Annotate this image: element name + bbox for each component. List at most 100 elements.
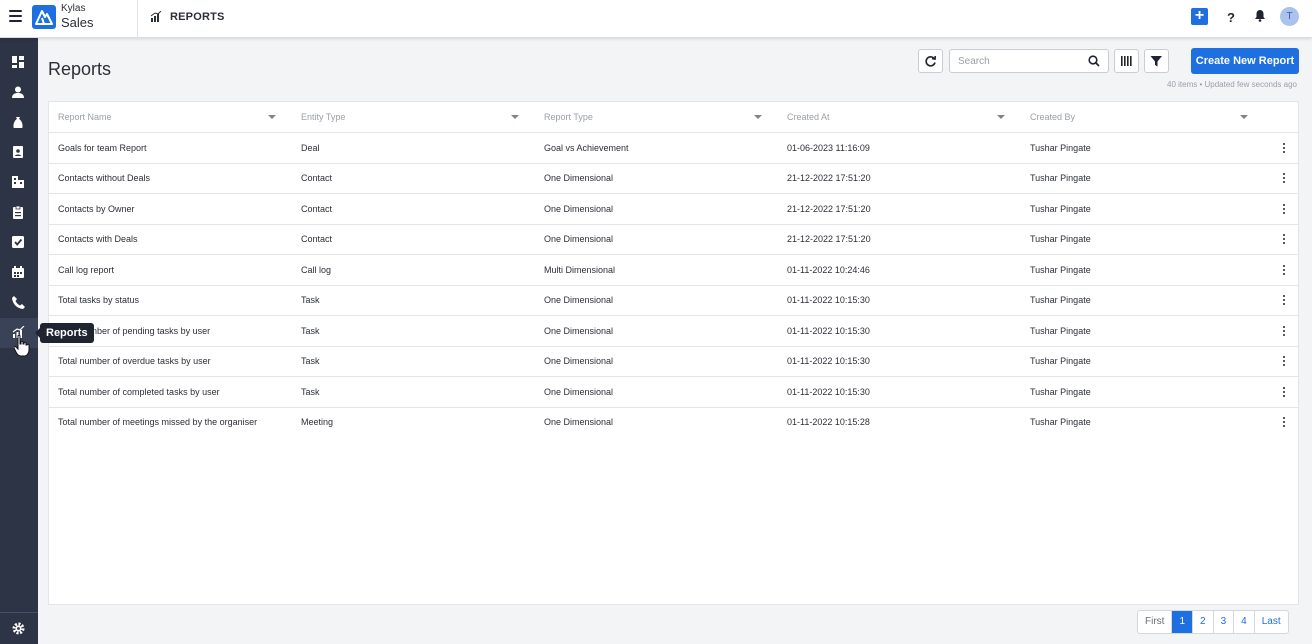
entity-type: Contact: [301, 204, 333, 214]
more-actions-icon[interactable]: [1282, 143, 1286, 154]
more-actions-icon[interactable]: [1282, 173, 1286, 184]
pagination-page-4[interactable]: 4: [1234, 611, 1255, 633]
sidebar-item-products[interactable]: [0, 198, 38, 228]
report-type: Goal vs Achievement: [544, 143, 629, 153]
created-by: Tushar Pingate: [1030, 234, 1091, 244]
table-row[interactable]: Total tasks by status Task One Dimension…: [49, 285, 1298, 316]
report-name-link[interactable]: Total number of meetings missed by the o…: [58, 407, 257, 437]
report-name-link[interactable]: Total tasks by status: [58, 285, 139, 315]
filter-icon: [1150, 56, 1162, 67]
pagination-page-2[interactable]: 2: [1193, 611, 1214, 633]
report-name-link[interactable]: Goals for team Report: [58, 133, 147, 163]
entity-type: Task: [301, 387, 320, 397]
pagination-last[interactable]: Last: [1255, 611, 1288, 633]
table-row[interactable]: Goals for team Report Deal Goal vs Achie…: [49, 133, 1298, 164]
reports-table: Report Name Entity Type Report Type Crea…: [48, 101, 1299, 605]
sidebar-item-companies[interactable]: [0, 168, 38, 198]
search-input[interactable]: [950, 50, 1080, 72]
entity-type: Contact: [301, 234, 333, 244]
sidebar-item-tasks[interactable]: [0, 228, 38, 258]
pagination-page-1[interactable]: 1: [1172, 611, 1194, 633]
column-header-entity-type[interactable]: Entity Type: [301, 102, 345, 133]
table-row[interactable]: Total number of pending tasks by user Ta…: [49, 316, 1298, 347]
more-actions-icon[interactable]: [1282, 265, 1286, 276]
sort-arrow-icon[interactable]: [1240, 115, 1248, 119]
report-type: One Dimensional: [544, 417, 614, 427]
table-row[interactable]: Total number of overdue tasks by user Ta…: [49, 346, 1298, 377]
report-type: One Dimensional: [544, 234, 614, 244]
sort-arrow-icon[interactable]: [268, 115, 276, 119]
report-name-link[interactable]: Total number of overdue tasks by user: [58, 346, 211, 376]
more-actions-icon[interactable]: [1282, 234, 1286, 245]
sort-arrow-icon[interactable]: [511, 115, 519, 119]
column-header-report-name[interactable]: Report Name: [58, 102, 112, 133]
page-title: Reports: [48, 59, 112, 79]
report-type: One Dimensional: [544, 204, 614, 214]
sidebar-item-contacts[interactable]: [0, 78, 38, 108]
report-name-link[interactable]: Total number of completed tasks by user: [58, 377, 220, 407]
quick-add-button[interactable]: +: [1191, 8, 1208, 25]
search-icon[interactable]: [1088, 55, 1100, 67]
table-row[interactable]: Total number of meetings missed by the o…: [49, 407, 1298, 438]
entity-type: Contact: [301, 173, 333, 183]
created-at: 21-12-2022 17:51:20: [787, 204, 871, 214]
column-header-created-by[interactable]: Created By: [1030, 102, 1075, 133]
sort-arrow-icon[interactable]: [754, 115, 762, 119]
more-actions-icon[interactable]: [1282, 417, 1286, 428]
report-name-link[interactable]: Contacts without Deals: [58, 163, 150, 193]
created-at: 01-11-2022 10:15:30: [787, 326, 870, 336]
created-at: 01-11-2022 10:15:30: [787, 295, 870, 305]
entity-type: Deal: [301, 143, 320, 153]
report-name-link[interactable]: Call log report: [58, 255, 114, 285]
column-header-created-at[interactable]: Created At: [787, 102, 830, 133]
created-by: Tushar Pingate: [1030, 173, 1091, 183]
sidebar-item-dashboard[interactable]: [0, 48, 38, 78]
help-icon[interactable]: ?: [1227, 10, 1235, 25]
pagination-page-3[interactable]: 3: [1214, 611, 1235, 633]
create-report-button[interactable]: Create New Report: [1191, 48, 1299, 74]
report-type: One Dimensional: [544, 326, 614, 336]
hand-cursor-icon: [14, 335, 30, 357]
created-by: Tushar Pingate: [1030, 387, 1091, 397]
kylas-logo[interactable]: [32, 5, 56, 29]
entity-type: Task: [301, 356, 320, 366]
more-actions-icon[interactable]: [1282, 387, 1286, 398]
filter-button[interactable]: [1144, 49, 1169, 73]
more-actions-icon[interactable]: [1282, 204, 1286, 215]
bell-icon[interactable]: [1254, 9, 1266, 27]
table-row[interactable]: Contacts with Deals Contact One Dimensio…: [49, 224, 1298, 255]
table-row[interactable]: Contacts without Deals Contact One Dimen…: [49, 163, 1298, 194]
sidebar-item-calendar[interactable]: [0, 258, 38, 288]
entity-type: Meeting: [301, 417, 334, 427]
table-row[interactable]: Total number of completed tasks by user …: [49, 377, 1298, 408]
created-at: 01-06-2023 11:16:09: [787, 143, 870, 153]
sidebar-settings[interactable]: [0, 612, 38, 644]
created-at: 01-11-2022 10:15:30: [787, 356, 870, 366]
table-row[interactable]: Call log report Call log Multi Dimension…: [49, 255, 1298, 286]
created-by: Tushar Pingate: [1030, 356, 1091, 366]
search-field[interactable]: [949, 49, 1109, 73]
more-actions-icon[interactable]: [1282, 326, 1286, 337]
menu-icon[interactable]: [9, 10, 22, 22]
report-name-link[interactable]: Contacts by Owner: [58, 194, 135, 224]
divider: [137, 0, 138, 38]
sidebar-item-calls[interactable]: [0, 288, 38, 318]
column-header-report-type[interactable]: Report Type: [544, 102, 593, 133]
contact-card-icon: [13, 146, 23, 158]
columns-button[interactable]: [1114, 49, 1139, 73]
more-actions-icon[interactable]: [1282, 356, 1286, 367]
more-actions-icon[interactable]: [1282, 295, 1286, 306]
refresh-button[interactable]: [918, 49, 943, 73]
avatar[interactable]: T: [1280, 7, 1299, 26]
sidebar-item-leads[interactable]: [0, 138, 38, 168]
report-name-link[interactable]: Contacts with Deals: [58, 224, 138, 254]
created-by: Tushar Pingate: [1030, 143, 1091, 153]
pagination-first[interactable]: First: [1138, 611, 1173, 633]
sidebar-item-deals[interactable]: [0, 108, 38, 138]
checkbox-icon: [12, 236, 24, 248]
brand-name: Kylas: [61, 3, 86, 14]
building-icon: [12, 176, 24, 188]
columns-icon: [1121, 56, 1132, 66]
sort-arrow-icon[interactable]: [997, 115, 1005, 119]
table-row[interactable]: Contacts by Owner Contact One Dimensiona…: [49, 194, 1298, 225]
